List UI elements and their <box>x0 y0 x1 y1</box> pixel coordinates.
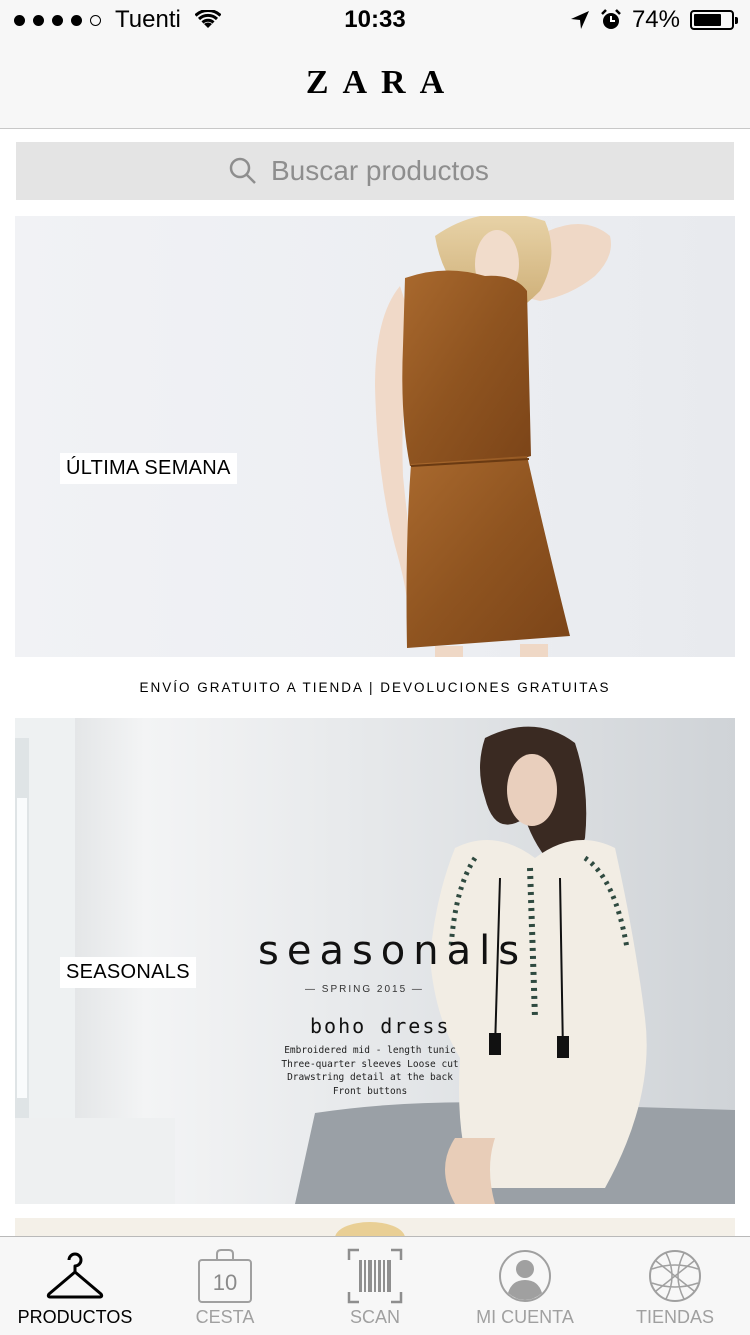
banner-label: SEASONALS <box>60 957 196 988</box>
product-description: Embroidered mid - length tunic Three-qua… <box>260 1044 480 1098</box>
banner-ultima-semana[interactable]: ÚLTIMA SEMANA <box>15 216 735 657</box>
search-bar[interactable] <box>16 142 734 200</box>
model-photo <box>335 1222 405 1238</box>
tab-label: MI CUENTA <box>476 1307 574 1327</box>
barcode-icon <box>347 1248 403 1304</box>
tab-label: PRODUCTOS <box>17 1307 133 1327</box>
app-header: ZARA <box>0 40 750 129</box>
status-bar: Tuenti 10:33 74% <box>0 0 750 40</box>
description-line: Front buttons <box>332 1085 408 1097</box>
battery-icon <box>690 10 738 30</box>
description-line: Drawstring detail at the back <box>287 1072 453 1083</box>
banner-next-preview[interactable] <box>15 1218 735 1238</box>
globe-icon <box>649 1250 701 1302</box>
search-icon <box>229 157 256 184</box>
tab-cesta[interactable]: 10 CESTA <box>150 1237 300 1335</box>
tab-bar: PRODUCTOS 10 CESTA SCAN MI CUENTA TIENDA… <box>0 1236 750 1335</box>
tab-scan[interactable]: SCAN <box>300 1237 450 1335</box>
shipping-notice: ENVÍO GRATUITO A TIENDA | DEVOLUCIONES G… <box>139 680 611 695</box>
model-photo <box>375 216 611 657</box>
alarm-icon <box>601 9 621 29</box>
battery-percent: 74% <box>631 6 680 33</box>
tab-label: CESTA <box>195 1307 255 1327</box>
description-line: Three-quarter sleeves Loose cut <box>281 1058 459 1070</box>
tab-mi-cuenta[interactable]: MI CUENTA <box>450 1237 600 1335</box>
search-input[interactable] <box>271 155 521 187</box>
banner-label: ÚLTIMA SEMANA <box>60 453 237 484</box>
campaign-title: seasonals <box>258 928 528 974</box>
tab-label: TIENDAS <box>635 1307 714 1327</box>
tab-productos[interactable]: PRODUCTOS <box>0 1237 150 1335</box>
product-name: boho dress <box>310 1014 451 1038</box>
location-arrow-icon <box>570 11 589 29</box>
brand-logo: ZARA <box>305 64 459 101</box>
campaign-subtitle: — SPRING 2015 — <box>305 984 424 995</box>
battery-level <box>694 14 721 26</box>
banner-seasonals[interactable]: seasonals — SPRING 2015 — boho dress Emb… <box>15 718 735 1204</box>
cart-count-badge: 10 <box>212 1270 238 1295</box>
tab-label: SCAN <box>349 1307 400 1327</box>
user-icon <box>499 1250 551 1302</box>
description-line: Embroidered mid - length tunic <box>284 1045 456 1056</box>
hanger-icon <box>46 1252 104 1299</box>
tab-tiendas[interactable]: TIENDAS <box>600 1237 750 1335</box>
